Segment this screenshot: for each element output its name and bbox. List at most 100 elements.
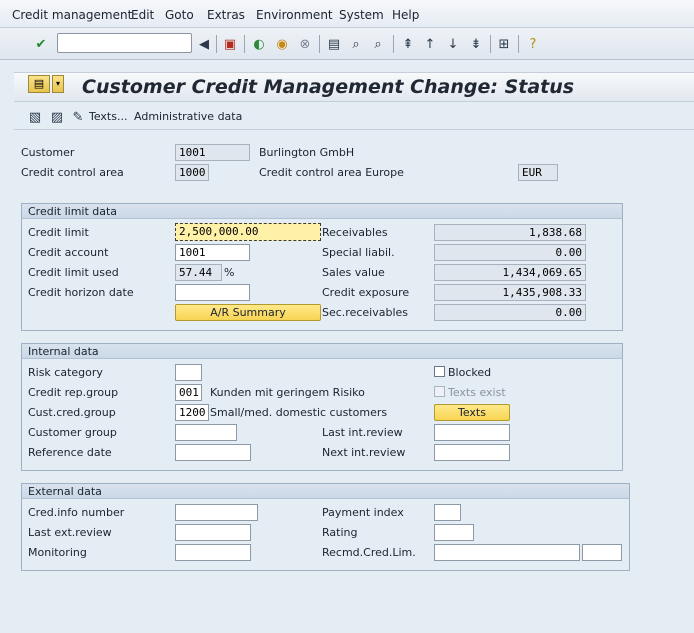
- next-page-icon[interactable]: ↓: [445, 36, 461, 52]
- sales-value-field: 1,434,069.65: [434, 264, 586, 281]
- rating-label: Rating: [322, 526, 358, 539]
- toolbar-separator: [319, 35, 320, 53]
- group-header: External data: [22, 484, 629, 499]
- sales-value-label: Sales value: [322, 266, 385, 279]
- recmd-cred-lim-input[interactable]: [434, 544, 580, 561]
- menu-goto[interactable]: Goto: [165, 8, 194, 22]
- menu-help[interactable]: Help: [392, 8, 419, 22]
- last-page-icon[interactable]: ⇟: [468, 36, 484, 52]
- special-liabilities-field: 0.00: [434, 244, 586, 261]
- cust-cred-group-label: Cust.cred.group: [28, 406, 116, 419]
- other-object-icon[interactable]: ▧: [27, 109, 43, 125]
- texts-exist-label: Texts exist: [448, 386, 506, 399]
- command-history-arrow-icon[interactable]: ◀: [196, 36, 212, 52]
- texts-exist-checkbox: [434, 386, 445, 397]
- credit-horizon-date-input[interactable]: [175, 284, 250, 301]
- credit-control-area-field: 1000: [175, 164, 209, 181]
- toolbar-separator: [518, 35, 519, 53]
- page-title: Customer Credit Management Change: Statu…: [82, 76, 575, 98]
- credit-control-area-label: Credit control area: [21, 166, 124, 179]
- cust-cred-group-input[interactable]: 1200: [175, 404, 209, 421]
- payment-index-input[interactable]: [434, 504, 461, 521]
- risk-category-label: Risk category: [28, 366, 103, 379]
- menu-edit[interactable]: Edit: [131, 8, 154, 22]
- credit-limit-input[interactable]: 2,500,000.00: [175, 223, 321, 241]
- menu-system[interactable]: System: [339, 8, 384, 22]
- texts-pencil-icon[interactable]: ✎: [70, 109, 86, 125]
- special-liabilities-label: Special liabil.: [322, 246, 395, 259]
- menu-dropdown-icon[interactable]: ▾: [52, 75, 64, 93]
- ar-summary-button[interactable]: A/R Summary: [175, 304, 321, 321]
- menu-button-icon[interactable]: ▤: [28, 75, 50, 93]
- find-icon[interactable]: ⌕: [348, 36, 364, 52]
- credit-control-area-name: Credit control area Europe: [259, 166, 404, 179]
- group-title: Credit limit data: [28, 205, 118, 218]
- texts-button[interactable]: Texts...: [89, 110, 127, 123]
- previous-page-icon[interactable]: ↑: [422, 36, 438, 52]
- monitoring-label: Monitoring: [28, 546, 87, 559]
- menu-bar: Credit management Edit Goto Extras Envir…: [0, 0, 694, 28]
- display-change-icon[interactable]: ▨: [49, 109, 65, 125]
- menu-extras[interactable]: Extras: [207, 8, 245, 22]
- save-icon[interactable]: ▣: [222, 36, 238, 52]
- cancel-icon[interactable]: ⊗: [297, 36, 313, 52]
- exit-icon[interactable]: ◉: [274, 36, 290, 52]
- recmd-cred-lim-label: Recmd.Cred.Lim.: [322, 546, 416, 559]
- sec-receivables-label: Sec.receivables: [322, 306, 409, 319]
- back-icon[interactable]: ◐: [251, 36, 267, 52]
- risk-category-input[interactable]: [175, 364, 202, 381]
- create-session-icon[interactable]: ⊞: [496, 36, 512, 52]
- customer-name: Burlington GmbH: [259, 146, 355, 159]
- print-icon[interactable]: ▤: [326, 36, 342, 52]
- group-header: Credit limit data: [22, 204, 622, 219]
- sec-receivables-field: 0.00: [434, 304, 586, 321]
- texts-button[interactable]: Texts: [434, 404, 510, 421]
- enter-checkmark-icon[interactable]: ✔: [33, 36, 49, 52]
- receivables-field: 1,838.68: [434, 224, 586, 241]
- toolbar-separator: [244, 35, 245, 53]
- cust-cred-group-desc: Small/med. domestic customers: [210, 406, 388, 419]
- group-title: External data: [28, 485, 102, 498]
- credit-exposure-field: 1,435,908.33: [434, 284, 586, 301]
- credit-account-label: Credit account: [28, 246, 109, 259]
- credit-limit-label: Credit limit: [28, 226, 89, 239]
- credit-rep-group-input[interactable]: 001: [175, 384, 202, 401]
- menu-credit-management[interactable]: Credit management: [12, 8, 132, 22]
- customer-group-input[interactable]: [175, 424, 237, 441]
- customer-field: 1001: [175, 144, 250, 161]
- help-icon[interactable]: ?: [525, 36, 541, 52]
- next-int-review-label: Next int.review: [322, 446, 406, 459]
- toolbar-separator: [490, 35, 491, 53]
- receivables-label: Receivables: [322, 226, 388, 239]
- next-int-review-input[interactable]: [434, 444, 510, 461]
- cred-info-number-label: Cred.info number: [28, 506, 125, 519]
- credit-rep-group-label: Credit rep.group: [28, 386, 119, 399]
- cred-info-number-input[interactable]: [175, 504, 258, 521]
- credit-limit-used-field: 57.44: [175, 264, 222, 281]
- payment-index-label: Payment index: [322, 506, 404, 519]
- monitoring-input[interactable]: [175, 544, 251, 561]
- toolbar-separator: [216, 35, 217, 53]
- credit-horizon-date-label: Credit horizon date: [28, 286, 134, 299]
- toolbar-separator: [393, 35, 394, 53]
- group-title: Internal data: [28, 345, 99, 358]
- blocked-checkbox[interactable]: [434, 366, 445, 377]
- find-next-icon[interactable]: ⌕: [370, 36, 386, 52]
- credit-exposure-label: Credit exposure: [322, 286, 410, 299]
- reference-date-input[interactable]: [175, 444, 251, 461]
- percent-unit: %: [224, 266, 235, 279]
- menu-environment[interactable]: Environment: [256, 8, 333, 22]
- credit-limit-used-label: Credit limit used: [28, 266, 119, 279]
- credit-account-input[interactable]: 1001: [175, 244, 250, 261]
- administrative-data-button[interactable]: Administrative data: [134, 110, 242, 123]
- last-int-review-input[interactable]: [434, 424, 510, 441]
- recmd-cred-lim-currency-input[interactable]: [582, 544, 622, 561]
- currency-field: EUR: [518, 164, 558, 181]
- first-page-icon[interactable]: ⇞: [400, 36, 416, 52]
- command-field[interactable]: [57, 33, 192, 53]
- customer-label: Customer: [21, 146, 75, 159]
- rating-input[interactable]: [434, 524, 474, 541]
- credit-rep-group-desc: Kunden mit geringem Risiko: [210, 386, 365, 399]
- last-ext-review-input[interactable]: [175, 524, 251, 541]
- last-int-review-label: Last int.review: [322, 426, 403, 439]
